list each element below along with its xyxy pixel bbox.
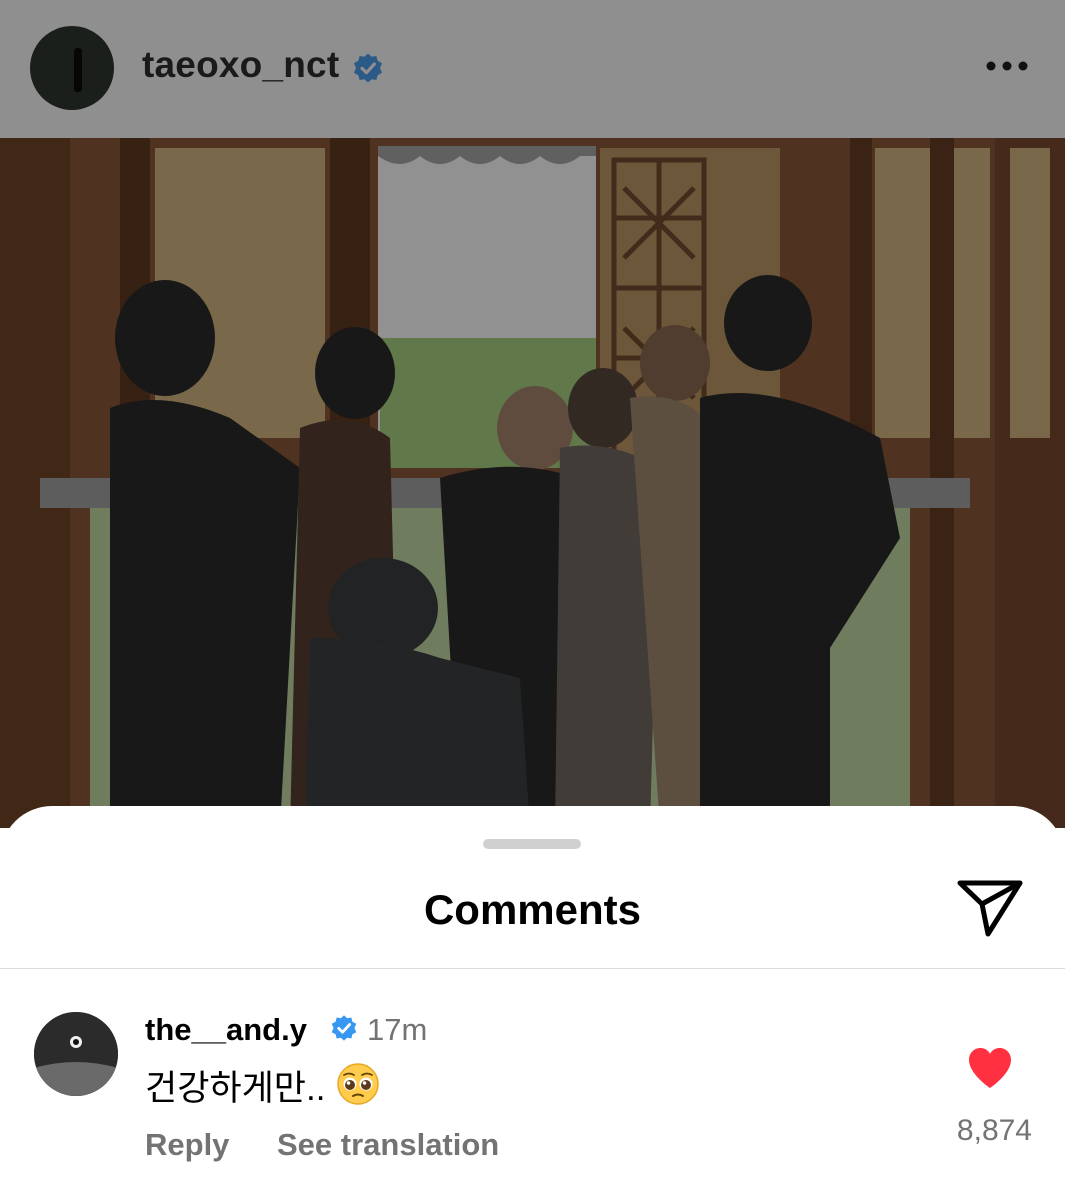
post-header: taeoxo_nct <box>0 0 1065 138</box>
see-translation-button[interactable]: See translation <box>277 1127 499 1163</box>
verified-badge-icon <box>331 1015 357 1041</box>
commenter-avatar[interactable] <box>34 1012 118 1096</box>
share-paper-plane-icon[interactable] <box>956 878 1024 938</box>
heart-like-icon[interactable] <box>966 1046 1014 1090</box>
sheet-drag-handle[interactable] <box>483 839 581 849</box>
comment-text: 건강하게만.. <box>145 1069 326 1108</box>
post-author-username[interactable]: taeoxo_nct <box>142 44 339 86</box>
commenter-username[interactable]: the__and.y <box>145 1012 307 1048</box>
post-author-avatar[interactable] <box>30 26 114 110</box>
like-count: 8,874 <box>956 1114 1032 1147</box>
verified-badge-icon <box>354 53 382 83</box>
reply-button[interactable]: Reply <box>145 1127 229 1163</box>
comments-title: Comments <box>423 886 642 933</box>
sheet-divider <box>0 968 1065 969</box>
post-photo <box>0 138 1065 828</box>
comment-timestamp: 17m <box>367 1012 428 1047</box>
pleading-face-emoji-icon <box>337 1063 379 1105</box>
more-options-icon[interactable] <box>984 56 1030 76</box>
